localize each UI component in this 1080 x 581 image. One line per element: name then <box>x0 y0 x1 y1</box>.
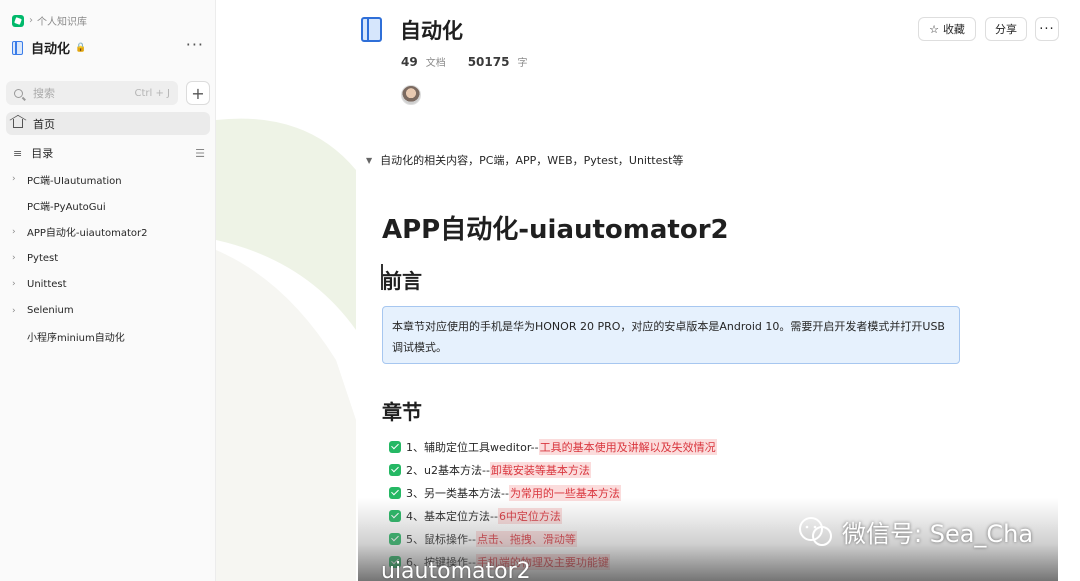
book-title[interactable]: 自动化 <box>31 38 70 57</box>
toc-tree-item[interactable]: › PC端-UIautumation <box>0 166 216 192</box>
heading-preface: 前言 <box>382 269 422 293</box>
word-unit: 字 <box>517 58 528 69</box>
watermark-text: 微信号: Sea_Cha <box>842 520 1034 548</box>
sidebar-item-label: 首页 <box>33 117 55 131</box>
search-shortcut: Ctrl + J <box>134 87 170 99</box>
favorite-button[interactable]: ☆ 收藏 <box>918 17 976 41</box>
task-text: 1、辅助定位工具weditor-- <box>406 440 539 454</box>
favorite-label: 收藏 <box>942 23 965 36</box>
summary-text: 自动化的相关内容，PC端，APP，WEB，Pytest，Unittest等 <box>380 154 684 167</box>
share-button[interactable]: 分享 <box>985 17 1027 41</box>
toc-tree-item-label: PC端-UIautumation <box>27 175 122 187</box>
search-placeholder: 搜索 <box>33 87 55 100</box>
add-button[interactable]: + <box>186 81 210 105</box>
toc-toggle-icon[interactable]: ☰ <box>195 147 205 160</box>
book-icon <box>12 40 23 55</box>
callout-box: 本章节对应使用的手机是华为HONOR 20 PRO，对应的安卓版本是Androi… <box>382 306 960 364</box>
chevron-right-icon[interactable]: › <box>12 174 27 184</box>
chevron-right-icon[interactable]: › <box>12 306 27 316</box>
chevron-right-icon[interactable]: › <box>12 253 27 263</box>
page-title: 自动化 <box>400 19 463 43</box>
toc-tree-item-label: Selenium <box>27 305 74 317</box>
more-button[interactable]: ··· <box>1035 17 1059 41</box>
sidebar-item-label: 目录 <box>31 147 54 160</box>
toc-tree-item-label: Pytest <box>27 252 59 264</box>
app-logo-icon[interactable] <box>12 14 24 27</box>
sidebar-item-home[interactable]: 首页 <box>6 112 210 135</box>
checkbox-checked-icon[interactable] <box>389 440 401 453</box>
search-icon <box>14 88 23 98</box>
toc-tree-item-label: 小程序minium自动化 <box>27 333 125 345</box>
search-input[interactable]: 搜索 Ctrl + J <box>6 81 178 105</box>
toc-tree-item[interactable]: 小程序minium自动化 <box>0 324 216 350</box>
heading-chapters: 章节 <box>382 400 422 424</box>
wechat-icon <box>799 516 832 546</box>
task-highlight: 工具的基本使用及讲解以及失效情况 <box>538 438 717 455</box>
home-icon <box>13 119 23 128</box>
task-highlight: 卸载安装等基本方法 <box>489 461 591 478</box>
star-icon: ☆ <box>929 22 939 36</box>
summary-toggle[interactable]: ▼ 自动化的相关内容，PC端，APP，WEB，Pytest，Unittest等 <box>366 152 683 168</box>
chevron-right-icon: › <box>29 15 33 26</box>
chevron-right-icon[interactable]: › <box>12 227 27 237</box>
watermark: 微信号: Sea_Cha <box>796 514 1033 549</box>
doc-unit: 文档 <box>425 58 446 69</box>
toc-tree-item[interactable]: › Selenium <box>0 297 216 323</box>
word-count: 50175 <box>467 55 510 69</box>
breadcrumb-link[interactable]: 个人知识库 <box>37 13 87 28</box>
sidebar: › 个人知识库 自动化 🔒 ··· 搜索 Ctrl + J + 首页 ≡ 目录 … <box>0 0 216 581</box>
toc-tree-item-label: PC端-PyAutoGui <box>27 201 106 213</box>
doc-count: 49 <box>401 55 418 69</box>
task-item: 2、u2基本方法-- 卸载安装等基本方法 <box>389 458 989 481</box>
avatar[interactable] <box>401 85 421 105</box>
bottom-caption: uiautomator2 <box>381 559 531 581</box>
toc-tree-item-label: APP自动化-uiautomator2 <box>27 228 148 240</box>
sidebar-item-toc[interactable]: ≡ 目录 ☰ <box>13 145 205 161</box>
book-icon <box>361 17 382 42</box>
decorative-swoosh <box>216 118 356 581</box>
toc-tree: › PC端-UIautumation PC端-PyAutoGui › APP自动化-ui… <box>0 166 216 350</box>
task-text: 2、u2基本方法-- <box>406 463 490 477</box>
book-header[interactable]: 自动化 🔒 ··· <box>12 35 208 57</box>
heading-main: APP自动化-uiautomator2 <box>382 215 729 245</box>
triangle-down-icon: ▼ <box>366 155 373 165</box>
checkbox-checked-icon[interactable] <box>389 463 401 476</box>
book-stats: 49 文档 50175 字 <box>401 54 527 69</box>
toc-tree-item[interactable]: › Pytest <box>0 245 216 271</box>
toc-tree-item[interactable]: › APP自动化-uiautomator2 <box>0 219 216 245</box>
task-item: 1、辅助定位工具weditor-- 工具的基本使用及讲解以及失效情况 <box>389 435 989 458</box>
book-more-button[interactable]: ··· <box>186 35 204 54</box>
checkbox-checked-icon[interactable] <box>389 486 401 499</box>
toc-tree-item[interactable]: › Unittest <box>0 271 216 297</box>
lock-icon: 🔒 <box>75 42 87 53</box>
toc-tree-item-label: Unittest <box>27 278 67 290</box>
toc-tree-item[interactable]: PC端-PyAutoGui <box>0 192 216 218</box>
chevron-right-icon[interactable]: › <box>12 279 27 289</box>
breadcrumb: › 个人知识库 <box>12 13 87 28</box>
toc-icon: ≡ <box>13 146 23 160</box>
